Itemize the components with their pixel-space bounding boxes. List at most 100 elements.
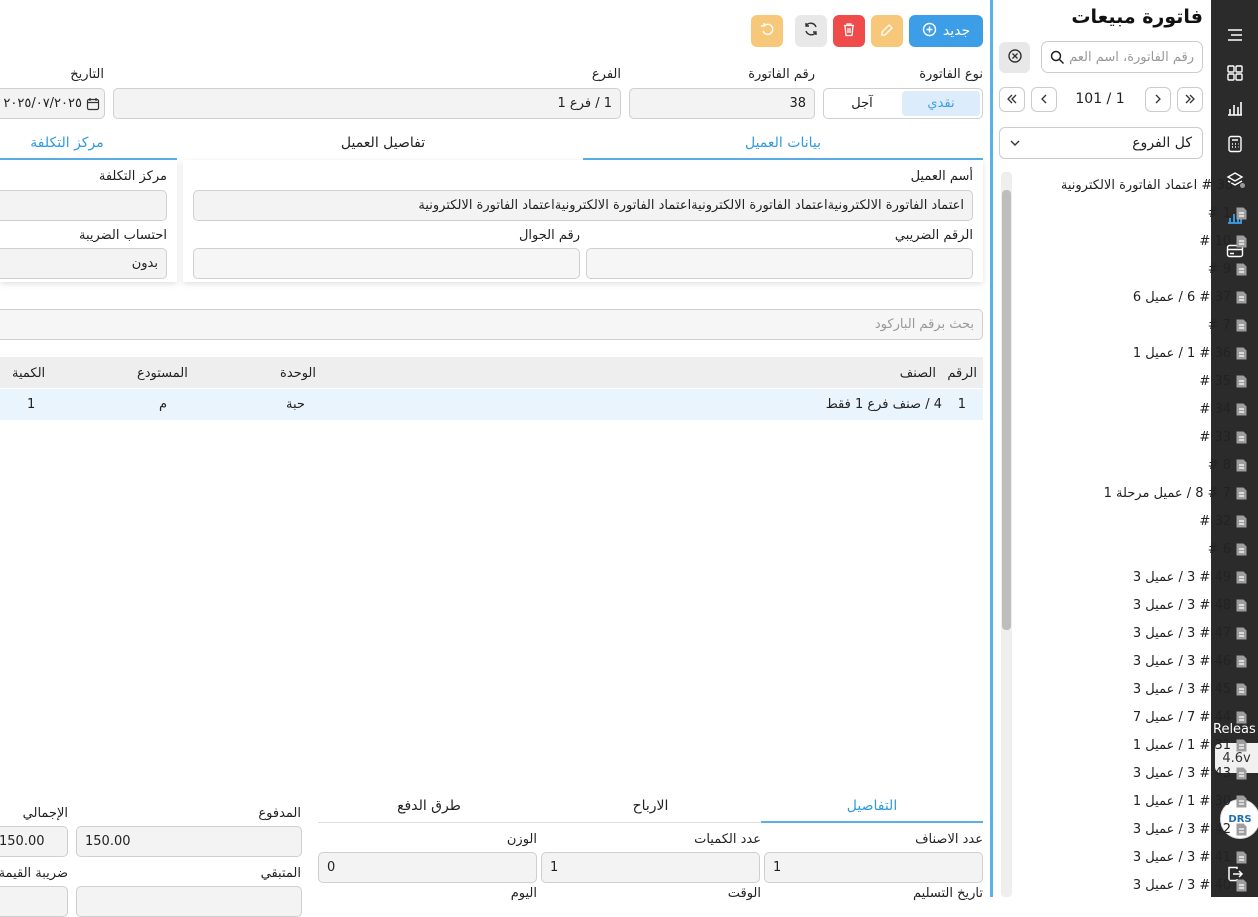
tab-cost-center[interactable]: مركز التكلفة xyxy=(0,135,134,151)
row-qty: 1 xyxy=(27,397,36,412)
tax-calc-label: احتساب الضريبة xyxy=(78,228,167,243)
tab-customer-data[interactable]: بيانات العميل xyxy=(583,135,983,151)
first-page-button[interactable] xyxy=(1177,87,1203,112)
invoice-list-item[interactable]: 30 # 1 / عميل 1 xyxy=(1053,791,1248,811)
invoice-number-field[interactable]: 38 xyxy=(629,88,815,119)
prev-page-button[interactable] xyxy=(1145,87,1171,112)
barcode-search-input[interactable]: بحث برقم الباركود xyxy=(0,309,983,340)
invoice-list-item[interactable]: 38 # اعتماد الفاتورة الالكترونية xyxy=(1053,175,1248,195)
invoice-list-item[interactable]: 48 # 3 / عميل 3 xyxy=(1053,595,1248,615)
tax-number-field[interactable] xyxy=(586,248,973,279)
chevron-left-icon xyxy=(1038,90,1050,109)
invoice-list-item[interactable]: 41 # 3 / عميل 3 xyxy=(1053,847,1248,867)
search-icon xyxy=(1050,50,1065,69)
invoice-list-item[interactable]: 6 # xyxy=(1053,539,1248,559)
next-page-button[interactable] xyxy=(1031,87,1057,112)
invoice-list-item[interactable]: 7 # 8 / عميل مرحلة 1 xyxy=(1053,483,1248,503)
invoice-list-item-label: 6 # xyxy=(1207,541,1231,557)
clear-filter-button[interactable] xyxy=(999,42,1030,73)
total-field[interactable]: 150.00 xyxy=(0,826,68,857)
remaining-field[interactable] xyxy=(76,886,302,917)
grid-icon[interactable] xyxy=(1211,61,1258,85)
tab-details[interactable]: التفاصيل xyxy=(761,798,983,814)
invoice-list-item[interactable]: 46 # 3 / عميل 3 xyxy=(1053,651,1248,671)
invoice-list-item-label: 44 # 7 / عميل 7 xyxy=(1132,709,1231,725)
invoice-list-item[interactable]: 43 # 3 / عميل 3 xyxy=(1053,763,1248,783)
document-icon xyxy=(1235,486,1248,501)
menu-icon[interactable] xyxy=(1211,23,1258,47)
cost-center-label: مركز التكلفة xyxy=(98,169,167,184)
invoice-list-item-label: 7 # xyxy=(1207,317,1231,333)
undo-button[interactable] xyxy=(751,15,783,47)
new-button[interactable]: جديد xyxy=(909,15,983,47)
new-button-label: جديد xyxy=(942,23,971,39)
calculator-icon[interactable] xyxy=(1211,132,1258,156)
weight-label: الوزن xyxy=(506,832,537,847)
invoice-list-item[interactable]: 32 # xyxy=(1053,511,1248,531)
date-label: التاريخ xyxy=(70,67,104,82)
invoice-list-item[interactable]: 45 # 3 / عميل 3 xyxy=(1053,679,1248,699)
items-count-field[interactable]: 1 xyxy=(764,852,983,883)
tax-calc-field[interactable]: بدون xyxy=(0,248,167,279)
last-page-button[interactable] xyxy=(999,87,1025,112)
time-label: الوقت xyxy=(727,886,761,901)
paid-label: المدفوع xyxy=(258,806,301,821)
invoice-list-item[interactable]: 35 # xyxy=(1053,371,1248,391)
vat-field[interactable] xyxy=(0,886,68,917)
customer-name-field[interactable]: اعتماد الفاتورة الالكترونيةاعتماد الفاتو… xyxy=(193,190,973,221)
paid-field[interactable]: 150.00 xyxy=(76,826,302,857)
invoice-list-item-label: 47 # 3 / عميل 3 xyxy=(1132,625,1231,641)
invoice-list-item[interactable]: 40 # 3 / عميل 3 xyxy=(1053,875,1248,895)
invoice-list-item[interactable]: 47 # 3 / عميل 3 xyxy=(1053,623,1248,643)
date-value: ٢٠٢٥/٠٧/٢٠٢٥ xyxy=(3,96,82,111)
invoice-list-item-label: 31 # 1 / عميل 1 xyxy=(1132,737,1231,753)
vat-label: ضريبة القيمة xyxy=(0,866,68,881)
credit-option[interactable]: آجل xyxy=(824,89,900,118)
invoice-list-item[interactable]: 34 # xyxy=(1053,399,1248,419)
invoice-list-item-label: 1 # xyxy=(1207,205,1231,221)
col-qty-header: الكمية xyxy=(12,366,46,381)
col-warehouse-header: المستودع xyxy=(137,366,188,381)
invoice-list-item[interactable]: 31 # 1 / عميل 1 xyxy=(1053,735,1248,755)
qty-count-value: 1 xyxy=(550,860,559,875)
document-icon xyxy=(1235,682,1248,697)
invoice-list-item[interactable]: 49 # 3 / عميل 3 xyxy=(1053,567,1248,587)
tab-customer-details[interactable]: تفاصيل العميل xyxy=(183,135,583,151)
invoice-type-toggle: نقدي آجل xyxy=(823,88,983,119)
delete-button[interactable] xyxy=(833,15,865,47)
mobile-field[interactable] xyxy=(193,248,580,279)
bullet-icon xyxy=(1240,182,1245,188)
tab-profits[interactable]: الارباح xyxy=(540,798,761,814)
invoice-list-item[interactable]: 9 # xyxy=(1053,259,1248,279)
col-item-header: الصنف xyxy=(899,366,936,381)
branch-filter-select[interactable]: كل الفروع xyxy=(999,127,1203,159)
branch-field[interactable]: 1 / فرع 1 xyxy=(113,88,621,119)
invoice-type-label: نوع الفاتورة xyxy=(919,67,983,82)
bar-chart-icon[interactable] xyxy=(1211,96,1258,120)
qty-count-field[interactable]: 1 xyxy=(541,852,760,883)
date-field[interactable]: ٢٠٢٥/٠٧/٢٠٢٥ xyxy=(0,88,105,119)
tab-payment-methods[interactable]: طرق الدفع xyxy=(318,798,540,814)
customer-name-label: أسم العميل xyxy=(910,169,973,184)
search-placeholder: رقم الفاتورة، اسم العم xyxy=(1069,49,1194,65)
weight-field[interactable]: 0 xyxy=(318,852,537,883)
invoice-list-item[interactable]: 33 # xyxy=(1053,427,1248,447)
invoice-list-item[interactable]: 42 # 3 / عميل 3 xyxy=(1053,819,1248,839)
cost-center-field[interactable] xyxy=(0,190,167,221)
cash-option[interactable]: نقدي xyxy=(902,91,980,116)
refresh-button[interactable] xyxy=(795,15,827,47)
invoice-list-item[interactable]: 8 # xyxy=(1053,455,1248,475)
invoice-list-item[interactable]: 44 # 7 / عميل 7 xyxy=(1053,707,1248,727)
invoice-list-item[interactable]: 37 # 6 / عميل 6 xyxy=(1053,287,1248,307)
edit-button[interactable] xyxy=(871,15,903,47)
chevrons-left-icon xyxy=(1006,90,1018,109)
invoice-list-item[interactable]: 10 # xyxy=(1053,231,1248,251)
list-scrollbar-thumb[interactable] xyxy=(1002,190,1011,630)
invoice-search-input[interactable]: رقم الفاتورة، اسم العم xyxy=(1041,41,1203,73)
invoice-list-item[interactable]: 7 # xyxy=(1053,315,1248,335)
plus-circle-icon xyxy=(922,22,937,41)
invoice-list-item-label: 46 # 3 / عميل 3 xyxy=(1132,653,1231,669)
refresh-icon xyxy=(803,21,819,41)
invoice-list-item[interactable]: 36 # 1 / عميل 1 xyxy=(1053,343,1248,363)
invoice-list-item[interactable]: 1 # xyxy=(1053,203,1248,223)
